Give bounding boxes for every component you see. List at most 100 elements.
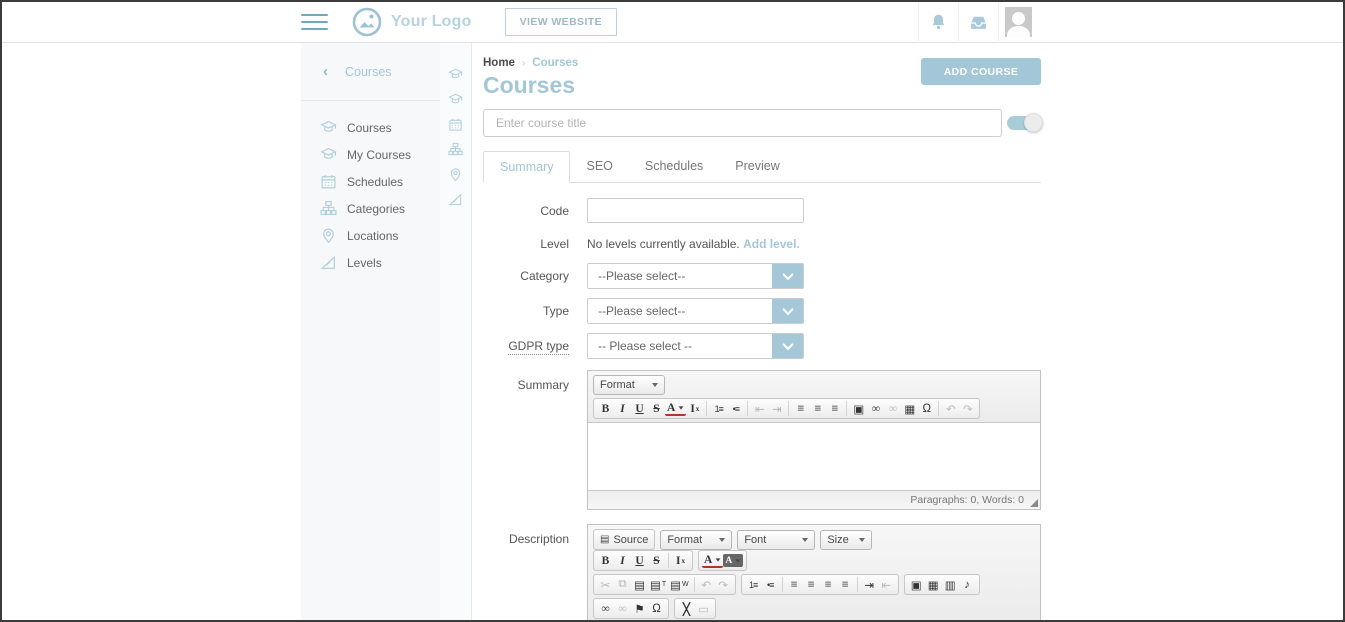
status-toggle[interactable] xyxy=(1007,116,1039,130)
align-left-icon[interactable]: ≡ xyxy=(792,400,809,417)
rail-courses-button[interactable] xyxy=(448,62,463,87)
indent-icon[interactable]: ⇥ xyxy=(861,576,878,593)
italic-icon[interactable]: I xyxy=(614,400,631,417)
gdpr-type-select[interactable]: -- Please select -- xyxy=(587,333,804,359)
combo-arrow-icon xyxy=(719,538,725,542)
strikethrough-icon[interactable]: S xyxy=(648,552,665,569)
image-icon[interactable]: ▣ xyxy=(850,400,867,417)
anchor-icon[interactable]: ⚑ xyxy=(631,600,648,617)
text-color-icon[interactable]: A xyxy=(665,401,686,416)
logo-image-icon xyxy=(352,7,382,37)
image-icon[interactable]: ▣ xyxy=(908,576,925,593)
bg-color-icon[interactable]: A xyxy=(723,554,743,567)
rail-locations-button[interactable] xyxy=(448,162,463,187)
align-right-icon[interactable]: ≡ xyxy=(820,576,837,593)
sidebar-item-label: Schedules xyxy=(347,175,403,189)
source-button[interactable]: ▤ Source xyxy=(593,529,655,550)
add-level-link[interactable]: Add level. xyxy=(743,237,800,251)
chevron-left-icon: ‹ xyxy=(323,64,328,79)
sidebar-item-categories[interactable]: Categories xyxy=(301,195,440,222)
underline-icon[interactable]: U xyxy=(631,552,648,569)
level-ramp-icon xyxy=(448,192,463,207)
unlink-icon: ∞ xyxy=(614,600,631,617)
sidebar-back-header[interactable]: ‹ Courses xyxy=(301,43,440,101)
align-left-icon[interactable]: ≡ xyxy=(786,576,803,593)
toolbar-separator xyxy=(668,553,669,568)
audio-icon[interactable]: ♪ xyxy=(959,576,976,593)
course-title-input[interactable] xyxy=(483,109,1002,137)
gdpr-dropdown-button[interactable] xyxy=(772,334,803,358)
sidebar-item-label: Levels xyxy=(347,256,382,270)
code-input[interactable] xyxy=(587,198,804,223)
text-color-icon[interactable]: A xyxy=(702,553,723,568)
rail-levels-button[interactable] xyxy=(448,187,463,212)
paste-word-icon[interactable]: ▤W xyxy=(668,576,690,593)
breadcrumb-home-link[interactable]: Home xyxy=(483,57,515,69)
breadcrumb-current-link[interactable]: Courses xyxy=(532,57,578,69)
rail-categories-button[interactable] xyxy=(448,137,463,162)
remove-format-icon[interactable]: Ix xyxy=(672,552,689,569)
bulleted-list-icon[interactable]: •≡ xyxy=(727,400,744,417)
toolbar-separator xyxy=(706,401,707,416)
sidebar-item-locations[interactable]: Locations xyxy=(301,222,440,249)
category-select[interactable]: --Please select-- xyxy=(587,263,804,289)
sidebar-item-levels[interactable]: Levels xyxy=(301,249,440,276)
bold-icon[interactable]: B xyxy=(597,400,614,417)
brand-logo[interactable]: Your Logo xyxy=(352,7,472,37)
align-right-icon[interactable]: ≡ xyxy=(826,400,843,417)
link-icon[interactable]: ∞ xyxy=(597,600,614,617)
table-icon[interactable]: ▦ xyxy=(901,400,918,417)
view-website-button[interactable]: VIEW WEBSITE xyxy=(505,8,617,36)
link-icon[interactable]: ∞ xyxy=(867,400,884,417)
underline-icon[interactable]: U xyxy=(631,400,648,417)
paste-icon[interactable]: ▤ xyxy=(631,576,648,593)
map-pin-icon xyxy=(320,227,337,244)
numbered-list-icon[interactable]: 1≡ xyxy=(745,576,762,593)
italic-icon[interactable]: I xyxy=(614,552,631,569)
notifications-button[interactable] xyxy=(918,2,958,43)
category-dropdown-button[interactable] xyxy=(772,264,803,288)
remove-format-icon[interactable]: Ix xyxy=(686,400,703,417)
iframe-icon[interactable]: ▥ xyxy=(942,576,959,593)
bold-icon[interactable]: B xyxy=(597,552,614,569)
align-justify-icon[interactable]: ≡ xyxy=(837,576,854,593)
top-header: Your Logo VIEW WEBSITE xyxy=(2,2,1343,43)
format-combo[interactable]: Format xyxy=(593,375,665,395)
align-center-icon[interactable]: ≡ xyxy=(803,576,820,593)
special-char-icon[interactable]: Ω xyxy=(648,600,665,617)
strikethrough-icon[interactable]: S xyxy=(648,400,665,417)
tab-preview[interactable]: Preview xyxy=(719,151,795,182)
chevron-down-icon xyxy=(782,339,793,350)
tab-schedules[interactable]: Schedules xyxy=(629,151,719,182)
special-char-icon[interactable]: Ω xyxy=(918,400,935,417)
toolbar-separator xyxy=(782,577,783,592)
tab-seo[interactable]: SEO xyxy=(570,151,628,182)
align-center-icon[interactable]: ≡ xyxy=(809,400,826,417)
inbox-button[interactable] xyxy=(958,2,998,43)
resize-handle[interactable] xyxy=(1030,499,1038,507)
sidebar-item-schedules[interactable]: Schedules xyxy=(301,168,440,195)
bulleted-list-icon[interactable]: •≡ xyxy=(762,576,779,593)
summary-editor-content[interactable] xyxy=(588,423,1040,490)
graduation-cap-icon xyxy=(320,146,337,163)
format-combo[interactable]: Format xyxy=(660,530,732,550)
profile-menu-button[interactable] xyxy=(998,2,1038,43)
hamburger-menu-icon[interactable] xyxy=(301,14,328,30)
rail-my-courses-button[interactable] xyxy=(448,87,463,112)
maximize-icon[interactable]: ╳ xyxy=(678,600,695,617)
tab-summary[interactable]: Summary xyxy=(483,151,570,183)
paste-text-icon[interactable]: ▤T xyxy=(648,576,668,593)
table-icon[interactable]: ▦ xyxy=(925,576,942,593)
font-combo[interactable]: Font xyxy=(737,530,815,550)
type-dropdown-button[interactable] xyxy=(772,299,803,323)
numbered-list-icon[interactable]: 1≡ xyxy=(710,400,727,417)
combo-arrow-icon xyxy=(652,383,658,387)
type-select[interactable]: --Please select-- xyxy=(587,298,804,324)
rail-schedules-button[interactable] xyxy=(448,112,463,137)
user-avatar xyxy=(1005,7,1032,37)
add-course-button[interactable]: ADD COURSE xyxy=(921,58,1041,85)
summary-editor: Format BIUSAIx1≡•≡⇤⇥≡≡≡▣∞∞▦Ω↶↷ Paragraph… xyxy=(587,370,1041,510)
size-combo[interactable]: Size xyxy=(820,530,872,550)
sidebar-item-my-courses[interactable]: My Courses xyxy=(301,141,440,168)
sidebar-item-courses[interactable]: Courses xyxy=(301,114,440,141)
